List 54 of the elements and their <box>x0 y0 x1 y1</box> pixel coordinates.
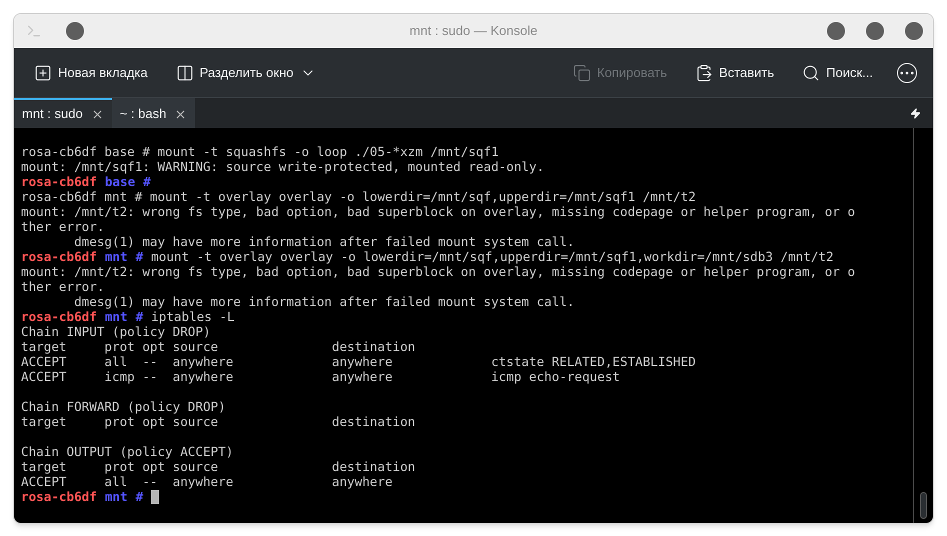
window-title: mnt : sudo — Konsole <box>410 22 538 40</box>
terminal-icon <box>26 23 42 39</box>
minimize-button[interactable] <box>827 22 845 40</box>
terminal-line: mount: /mnt/sqf1: WARNING: source write-protected, mounted read-only. <box>21 159 544 174</box>
terminal-line: rosa-cb6df mnt # mount -t overlay overlay -o lowerdir=/mnt/sqf,upperdir=/mnt/sqf1 /mnt/t2 <box>21 189 696 204</box>
new-tab-icon <box>34 64 52 82</box>
prompt-directory: mnt <box>104 249 128 264</box>
search-icon <box>802 64 820 82</box>
close-tab-icon[interactable] <box>90 108 104 120</box>
terminal-line: dmesg(1) may have more information after failed mount system call. <box>73 234 574 249</box>
terminal-line: ACCEPT all -- anywhere anywhere ctstate RELATED,ESTABLISHED <box>21 354 696 369</box>
split-button[interactable]: Разделить окно <box>168 56 324 88</box>
terminal-tab[interactable]: ~ : bash <box>112 98 196 128</box>
terminal-line: ACCEPT icmp -- anywhere anywhere icmp echo-request <box>21 369 620 384</box>
maximize-button[interactable] <box>866 22 884 40</box>
prompt-symbol: # <box>136 249 144 264</box>
prompt-directory: mnt <box>104 489 128 504</box>
terminal-line: ther error. <box>21 279 104 294</box>
split-view-icon <box>176 64 194 82</box>
window-menu-button[interactable] <box>66 22 84 40</box>
prompt-symbol: # <box>143 174 151 189</box>
close-button[interactable] <box>905 22 923 40</box>
terminal-line: dmesg(1) may have more information after failed mount system call. <box>73 294 574 309</box>
terminal-tab[interactable]: mnt : sudo <box>14 98 112 128</box>
terminal-command: mount -t overlay overlay -o lowerdir=/mnt/sqf,upperdir=/mnt/sqf1,workdir=/mnt/sdb3 /mnt/t2 <box>151 249 834 264</box>
close-tab-icon[interactable] <box>174 108 188 120</box>
quick-commands-icon[interactable] <box>910 108 921 118</box>
terminal-line: rosa-cb6df base # mount -t squashfs -o loop ./05-*xzm /mnt/sqf1 <box>21 144 499 159</box>
prompt-host: rosa-cb6df <box>21 174 97 189</box>
terminal-line: Chain INPUT (policy DROP) <box>21 324 211 339</box>
search-button[interactable]: Поиск... <box>794 56 881 88</box>
prompt-host: rosa-cb6df <box>21 249 97 264</box>
terminal-line: Chain OUTPUT (policy ACCEPT) <box>21 444 234 459</box>
prompt-symbol: # <box>136 309 144 324</box>
terminal-line: Chain FORWARD (policy DROP) <box>21 399 226 414</box>
terminal-command: iptables -L <box>151 309 235 324</box>
terminal-line: target prot opt source destination <box>21 414 416 429</box>
terminal-line: ACCEPT all -- anywhere anywhere <box>21 474 393 489</box>
scrollbar-handle[interactable] <box>920 492 927 519</box>
prompt-symbol: # <box>136 489 144 504</box>
terminal-line: target prot opt source destination <box>21 459 416 474</box>
clipboard-icon <box>695 64 714 82</box>
prompt-host: rosa-cb6df <box>21 309 97 324</box>
terminal-line: mount: /mnt/t2: wrong fs type, bad option, bad superblock on overlay, missing codepage or helper program, or o <box>21 264 856 279</box>
prompt-host: rosa-cb6df <box>21 489 97 504</box>
terminal-line: mount: /mnt/t2: wrong fs type, bad option, bad superblock on overlay, missing codepage or helper program, or o <box>21 204 856 219</box>
paste-button[interactable]: Вставить <box>687 56 782 88</box>
terminal-line: target prot opt source destination <box>21 339 416 354</box>
copy-icon <box>573 64 592 82</box>
prompt-directory: mnt <box>104 309 128 324</box>
new-tab-button[interactable]: Новая вкладка <box>26 56 156 88</box>
more-icon <box>897 62 917 82</box>
prompt-directory: base <box>104 174 136 189</box>
terminal-line: ther error. <box>21 219 104 234</box>
